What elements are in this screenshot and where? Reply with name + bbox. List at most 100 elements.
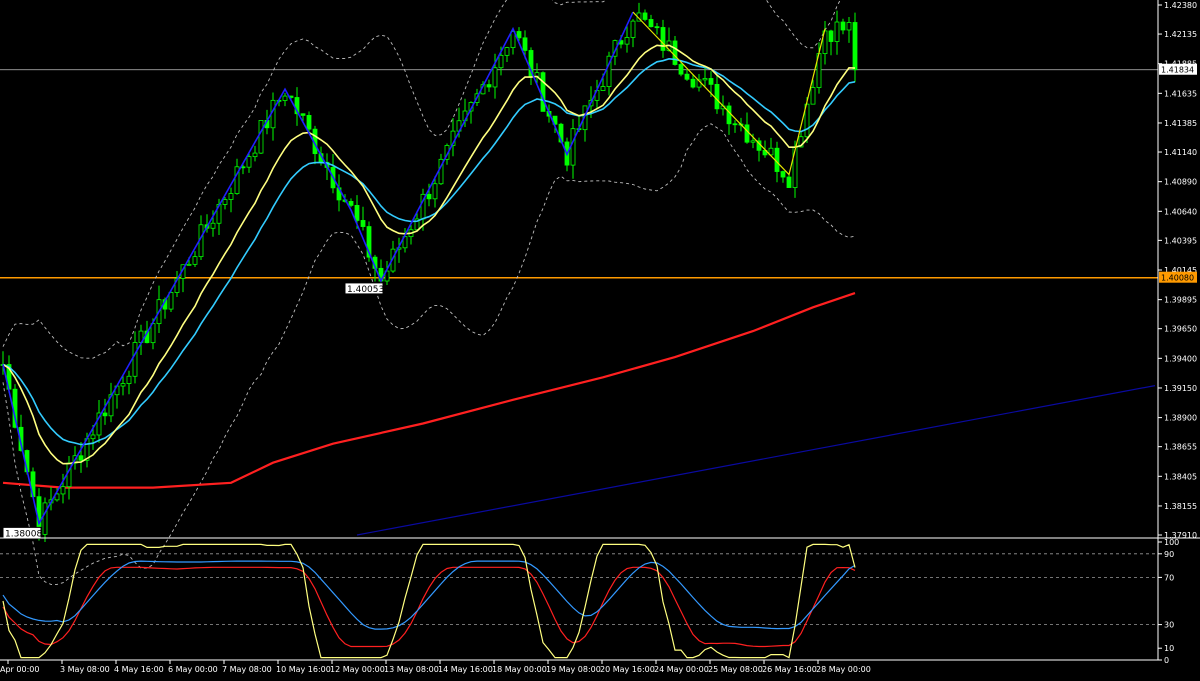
candle-body xyxy=(504,47,510,56)
time-tick-label: 14 May 16:00 xyxy=(438,665,493,674)
candle-body xyxy=(522,37,528,51)
candle-body xyxy=(354,205,360,221)
stoch-third-line xyxy=(2,560,856,630)
stochastic-pane: 010307090100 xyxy=(0,537,1200,665)
main-price-pane: 1.380081.40053 xyxy=(0,0,1158,585)
candle-body xyxy=(678,64,684,75)
time-tick-label: 7 May 08:00 xyxy=(222,665,272,674)
candle-body xyxy=(648,19,654,28)
candle-body xyxy=(306,115,312,130)
stoch-signal-line xyxy=(2,566,856,648)
candle-body xyxy=(228,193,234,200)
candle-body xyxy=(702,78,708,81)
candle-body xyxy=(852,22,858,71)
candle-body xyxy=(300,113,306,116)
time-tick-label: 18 May 00:00 xyxy=(492,665,547,674)
candle-body xyxy=(708,78,714,85)
candle-body xyxy=(498,54,504,69)
price-tick-label: 1.40640 xyxy=(1164,207,1197,216)
candle-body xyxy=(186,263,192,266)
candle-body xyxy=(654,26,660,29)
chart-window: 1.38008 1.40053 0 10 30 70 90 100 1.42380 1.421… xyxy=(0,0,1200,677)
price-tick-label: 1.39400 xyxy=(1164,354,1197,363)
time-tick-label: 4 May 16:00 xyxy=(114,665,164,674)
candle-body xyxy=(78,455,84,461)
stoch-main-line xyxy=(2,543,856,659)
candle-body xyxy=(732,123,738,126)
current-price-label: 1.41834 xyxy=(1161,66,1194,75)
zigzag-blue xyxy=(2,11,634,526)
time-tick-label: 19 May 08:00 xyxy=(546,665,601,674)
candle-body xyxy=(120,383,126,387)
candle-body xyxy=(570,128,576,166)
candle-body xyxy=(690,78,696,88)
time-tick-label: 28 May 00:00 xyxy=(816,665,871,674)
time-tick-label: 6 May 00:00 xyxy=(168,665,218,674)
time-tick-label: 13 May 08:00 xyxy=(384,665,439,674)
stoch-tick-label: 0 xyxy=(1164,656,1169,665)
candle-body xyxy=(660,27,666,51)
time-tick-label: 10 May 16:00 xyxy=(276,665,331,674)
time-tick-label: Apr 00:00 xyxy=(0,665,39,674)
candle-body xyxy=(432,183,438,200)
level-price-label: 1.40080 xyxy=(1161,274,1194,283)
price-tick-label: 1.38405 xyxy=(1164,472,1197,481)
bollinger-upper xyxy=(2,0,841,359)
price-tick-label: 1.40890 xyxy=(1164,178,1197,187)
candle-body xyxy=(222,199,228,205)
candle-body xyxy=(786,176,792,188)
trendline xyxy=(356,385,1156,536)
stoch-tick-label: 70 xyxy=(1164,573,1174,582)
price-tick-label: 1.42380 xyxy=(1164,1,1197,10)
price-tick-label: 1.39150 xyxy=(1164,384,1197,393)
candle-body xyxy=(210,222,216,229)
candles xyxy=(0,2,858,543)
price-tick-label: 1.41385 xyxy=(1164,119,1197,128)
candle-body xyxy=(126,375,132,384)
candle-body xyxy=(426,193,432,200)
price-tick-label: 1.41140 xyxy=(1164,148,1197,157)
candle-body xyxy=(60,486,66,495)
price-axis: 1.423801.421351.418851.416351.413851.411… xyxy=(1157,0,1197,660)
time-axis: Apr 00:00 3 May 08:00 4 May 16:00 6 May 00:… xyxy=(0,659,1158,674)
candle-body xyxy=(540,72,546,112)
candle-body xyxy=(792,146,798,188)
price-tick-label: 1.37910 xyxy=(1164,531,1197,540)
time-tick-label: 12 May 00:00 xyxy=(330,665,385,674)
candle-body xyxy=(42,502,48,535)
candle-body xyxy=(246,156,252,168)
stoch-tick-label: 30 xyxy=(1164,621,1174,630)
price-tick-label: 1.40395 xyxy=(1164,236,1197,245)
candle-body xyxy=(282,95,288,101)
candle-body xyxy=(348,201,354,206)
ma-long-line xyxy=(2,292,856,489)
candle-body xyxy=(258,120,264,154)
candle-body xyxy=(750,140,756,143)
candle-body xyxy=(828,30,834,42)
candle-body xyxy=(726,105,732,125)
stoch-tick-label: 10 xyxy=(1164,644,1174,653)
candle-body xyxy=(192,256,198,265)
candle-body xyxy=(780,171,786,178)
price-tick-label: 1.39650 xyxy=(1164,325,1197,334)
price-tick-label: 1.39895 xyxy=(1164,296,1197,305)
candle-body xyxy=(486,84,492,88)
stoch-tick-label: 90 xyxy=(1164,550,1174,559)
price-tick-label: 1.41635 xyxy=(1164,89,1197,98)
time-tick-label: 26 May 16:00 xyxy=(762,665,817,674)
candle-body xyxy=(516,31,522,39)
candle-body xyxy=(360,220,366,227)
candle-body xyxy=(600,86,606,91)
price-tick-label: 1.42135 xyxy=(1164,30,1197,39)
candle-body xyxy=(90,434,96,440)
candle-body xyxy=(642,12,648,20)
candle-body xyxy=(150,323,156,344)
candle-body xyxy=(840,21,846,31)
price-chart[interactable]: 1.380081.40053 010307090100 1.423801.421… xyxy=(0,0,1200,677)
candle-body xyxy=(624,37,630,45)
price-tick-label: 1.38655 xyxy=(1164,443,1197,452)
time-tick-label: 20 May 16:00 xyxy=(600,665,655,674)
time-tick-label: 24 May 00:00 xyxy=(654,665,709,674)
time-tick-label: 3 May 08:00 xyxy=(60,665,110,674)
time-tick-label: 25 May 08:00 xyxy=(708,665,763,674)
